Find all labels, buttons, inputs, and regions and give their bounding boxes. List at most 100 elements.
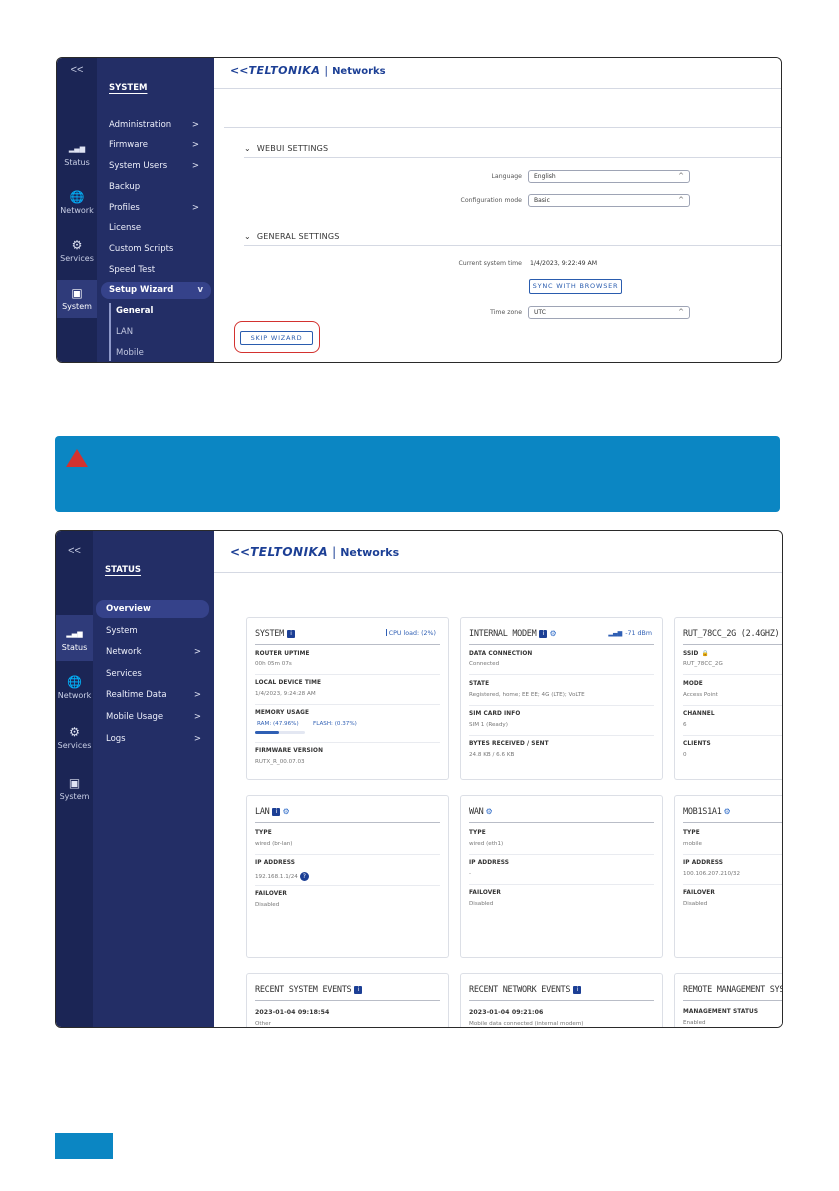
settings-gear-icon[interactable]: ⚙ — [549, 629, 556, 638]
time-zone-select[interactable]: UTC ^ — [528, 306, 690, 319]
nav-item-system[interactable]: System — [106, 626, 201, 636]
skip-wizard-button[interactable]: SKIP WIZARD — [240, 331, 313, 345]
nav-item-services[interactable]: Services — [106, 669, 201, 679]
nav-item-network[interactable]: Network > — [106, 647, 201, 657]
field-label: CLIENTS — [683, 741, 711, 747]
nav-item-label: Logs — [106, 734, 126, 744]
nav-item-backup[interactable]: Backup — [109, 182, 199, 192]
collapse-sidebar-button[interactable]: << — [56, 545, 93, 557]
field-divider — [683, 884, 782, 885]
card-title: WAN ⚙ — [469, 807, 493, 817]
field-value: Disabled — [255, 902, 280, 908]
section-general-settings[interactable]: ⌄ GENERAL SETTINGS — [244, 232, 340, 241]
signal-icon: ▂▄▆ — [608, 630, 623, 637]
sidebar-system-button[interactable]: ▣ System — [56, 776, 93, 806]
info-icon[interactable]: i — [272, 808, 281, 816]
nav-item-realtime-data[interactable]: Realtime Data > — [106, 690, 201, 700]
field-value: wired (br-lan) — [255, 841, 293, 847]
field-value: 0 — [683, 752, 687, 758]
nav-item-setup-wizard[interactable]: Setup Wizard v — [101, 282, 211, 299]
field-divider — [255, 854, 440, 855]
info-icon[interactable]: i — [286, 630, 295, 638]
event-time: 2023-01-04 09:18:54 — [255, 1009, 330, 1016]
section-webui-settings[interactable]: ⌄ WEBUI SETTINGS — [244, 144, 328, 153]
notice-banner — [55, 436, 780, 512]
settings-gear-icon[interactable]: ⚙ — [724, 807, 731, 816]
help-icon[interactable]: ? — [299, 872, 309, 881]
info-icon[interactable]: i — [573, 986, 582, 994]
sidebar-system-button[interactable]: ▣ System — [57, 280, 97, 318]
sidebar-services-label: Services — [57, 741, 92, 750]
nav-item-label: Overview — [106, 604, 151, 614]
field-label: STATE — [469, 681, 490, 687]
nav-item-custom-scripts[interactable]: Custom Scripts — [109, 244, 199, 254]
settings-gear-icon[interactable]: ⚙ — [485, 807, 492, 816]
chevron-right-icon: > — [193, 690, 201, 700]
nav-item-system-users[interactable]: System Users > — [109, 161, 199, 171]
settings-gear-icon[interactable]: ⚙ — [282, 807, 289, 816]
field-label: SIM CARD INFO — [469, 711, 521, 717]
language-select[interactable]: English ^ — [528, 170, 690, 183]
nav-item-label: Network — [106, 647, 142, 657]
sidebar-status-button[interactable]: ▂▄▆ Status — [57, 140, 97, 170]
field-label: SSID 🔒 — [683, 651, 709, 657]
mobile-interface-card: MOB1S1A1 ⚙ TYPE mobile IP ADDRESS 100.106… — [674, 795, 782, 958]
nav-item-speed-test[interactable]: Speed Test — [109, 265, 199, 275]
system-nav-panel: SYSTEM Administration > Firmware > System … — [97, 58, 214, 362]
logo-mark-icon: << — [230, 545, 251, 559]
sidebar-system-label: System — [59, 792, 90, 801]
sidebar-services-button[interactable]: ⚙ Services — [57, 236, 97, 266]
field-label: TYPE — [255, 830, 272, 836]
flash-usage: FLASH: (0.37%) — [313, 721, 357, 727]
sidebar-status-button[interactable]: ▂▄▆ Status — [56, 615, 93, 661]
setup-wizard-screenshot: << ▂▄▆ Status 🌐 Network ⚙ Services ▣ Sys… — [56, 57, 782, 363]
field-divider — [469, 705, 654, 706]
field-label: IP ADDRESS — [255, 860, 296, 866]
nav-item-label: License — [109, 223, 142, 233]
logo-mark-icon: << — [230, 64, 249, 77]
info-icon[interactable]: i — [354, 986, 363, 994]
field-divider — [255, 885, 440, 886]
field-divider — [255, 674, 440, 675]
nav-item-firmware[interactable]: Firmware > — [109, 140, 199, 150]
chevron-up-icon: ^ — [678, 172, 684, 180]
field-value: Disabled — [469, 901, 494, 907]
nav-item-profiles[interactable]: Profiles > — [109, 203, 199, 213]
nav-item-overview[interactable]: Overview — [96, 600, 209, 618]
globe-icon: 🌐 — [69, 190, 85, 204]
nav-item-administration[interactable]: Administration > — [109, 120, 199, 130]
card-title: RECENT SYSTEM EVENTS i — [255, 985, 363, 995]
sidebar-status-label: Status — [61, 643, 88, 652]
nav-sub-mobile[interactable]: Mobile — [116, 348, 144, 358]
field-value: wired (eth1) — [469, 841, 504, 847]
config-mode-select[interactable]: Basic ^ — [528, 194, 690, 207]
card-title: REMOTE MANAGEMENT SYS — [683, 985, 783, 995]
field-label: BYTES RECEIVED / SENT — [469, 741, 549, 747]
nav-item-license[interactable]: License — [109, 223, 199, 233]
nav-item-logs[interactable]: Logs > — [106, 734, 201, 744]
sidebar-network-button[interactable]: 🌐 Network — [56, 675, 93, 705]
nav-title: STATUS — [105, 565, 142, 575]
chevron-up-icon: ^ — [678, 196, 684, 204]
field-value: RUT_78CC_2G — [683, 661, 723, 667]
nav-sub-general[interactable]: General — [116, 306, 153, 316]
sync-with-browser-button[interactable]: SYNC WITH BROWSER — [529, 279, 622, 294]
card-title: INTERNAL MODEM i ⚙ — [469, 629, 557, 639]
sidebar-status-label: Status — [64, 158, 90, 167]
info-icon[interactable]: i — [782, 630, 783, 638]
sidebar-services-button[interactable]: ⚙ Services — [56, 725, 93, 755]
status-nav-panel: STATUS Overview System Network > Services… — [93, 531, 214, 1027]
chevron-down-icon: ⌄ — [244, 232, 251, 241]
sidebar-network-button[interactable]: 🌐 Network — [57, 188, 97, 218]
nav-item-label: Speed Test — [109, 265, 156, 275]
nav-item-label: System Users — [109, 161, 168, 171]
card-title: RECENT NETWORK EVENTS i — [469, 985, 582, 995]
nav-sub-lan[interactable]: LAN — [116, 327, 133, 337]
chevron-right-icon: > — [191, 140, 199, 150]
info-icon[interactable]: i — [539, 630, 548, 638]
sidebar-system-label: System — [62, 302, 92, 311]
nav-item-mobile-usage[interactable]: Mobile Usage > — [106, 712, 201, 722]
field-label: FAILOVER — [255, 891, 287, 897]
sidebar-network-label: Network — [60, 206, 94, 215]
collapse-sidebar-button[interactable]: << — [57, 64, 97, 76]
